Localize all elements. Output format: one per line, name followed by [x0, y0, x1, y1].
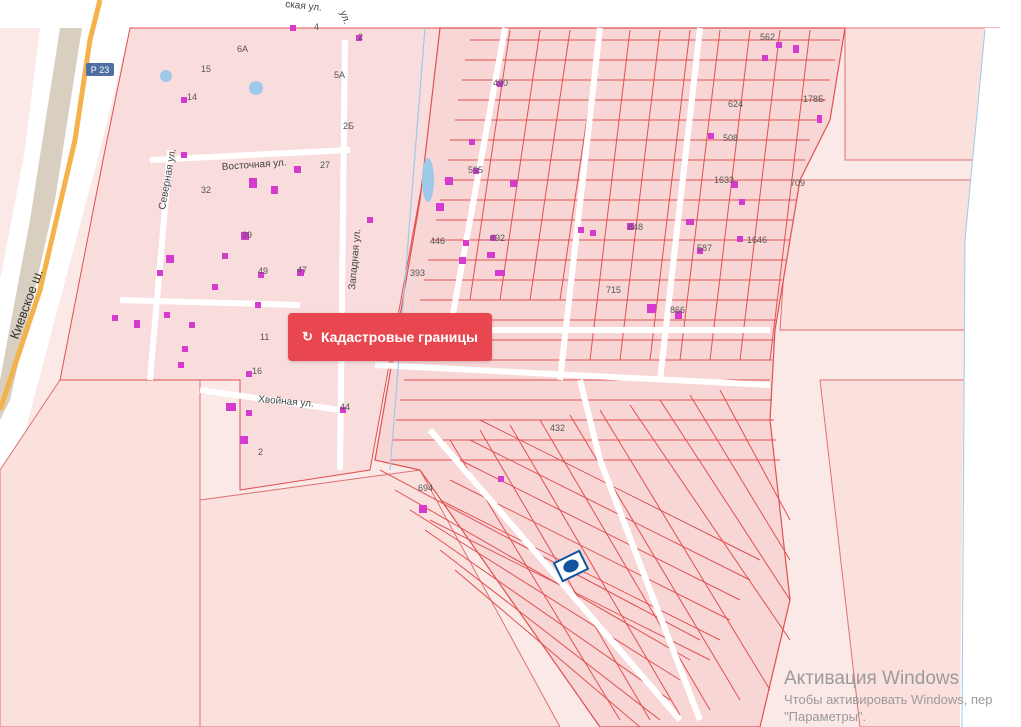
parcel-label: 709: [790, 178, 805, 188]
cadastral-boundaries-button[interactable]: ↻ Кадастровые границы: [288, 313, 492, 361]
parcel-label: 1646: [747, 235, 767, 245]
parcel-label: 595: [468, 165, 483, 175]
parcel-label: 27: [320, 160, 330, 170]
refresh-icon: ↻: [302, 329, 313, 344]
parcel-label: 446: [430, 236, 445, 246]
parcel-label: 393: [410, 268, 425, 278]
parcel-label: 44: [340, 402, 350, 412]
parcel-label: 490: [493, 78, 508, 88]
parcel-label: 624: [728, 99, 743, 109]
parcel-label: 587: [697, 243, 712, 253]
parcel-label: 15: [201, 64, 211, 74]
cadastral-boundaries-label: Кадастровые границы: [320, 329, 478, 345]
parcel-label: 4: [314, 22, 319, 32]
parcel-label: 2Б: [343, 121, 354, 131]
parcel-label: 39: [242, 230, 252, 240]
cadastral-map[interactable]: Р 23 Киевское ш. Восточная ул. Северная …: [0, 0, 1021, 727]
watermark-title: Активация Windows: [784, 668, 960, 689]
parcel-label: 11: [260, 332, 269, 342]
parcel-label: 49: [258, 266, 268, 276]
parcel-label: 16: [252, 366, 262, 376]
parcel-label: 178Б: [803, 94, 824, 104]
parcel-label: 1633: [714, 175, 734, 185]
map-canvas: Р 23 Киевское ш. Восточная ул. Северная …: [0, 0, 1021, 727]
parcel-label: 6А: [237, 44, 248, 54]
highway-shield-label: Р 23: [91, 65, 110, 75]
parcel-label: 14: [187, 92, 197, 102]
marker-dot: [561, 557, 581, 575]
watermark-line3: "Параметры".: [784, 709, 867, 724]
parcel-label: 47: [297, 265, 307, 275]
watermark-line2: Чтобы активировать Windows, пер: [784, 692, 993, 707]
parcel-label: 492: [490, 233, 505, 243]
parcel-label: 508: [723, 133, 738, 143]
parcel-label: 2: [358, 32, 363, 42]
parcel-label: 32: [201, 185, 211, 195]
parcel-label: 2: [258, 447, 263, 457]
parcel-label: 432: [550, 423, 565, 433]
parcel-label: 866: [670, 305, 685, 315]
parcel-label: 5А: [334, 70, 345, 80]
parcel-label: 848: [628, 222, 643, 232]
parcel-label: 562: [760, 32, 775, 42]
windows-activation-watermark: Активация Windows Чтобы активировать Win…: [784, 668, 993, 724]
parcel-label: 694: [418, 483, 433, 493]
parcel-label: 715: [606, 285, 621, 295]
